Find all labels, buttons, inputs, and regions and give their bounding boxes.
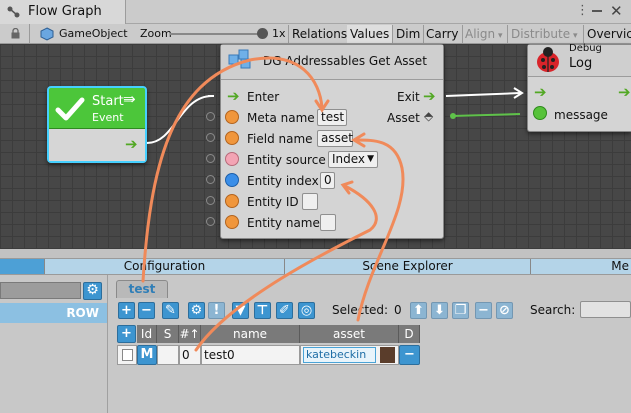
annotation-overlay (141, 56, 405, 352)
annotation-arrow-meta (141, 56, 324, 283)
annotation-arrow-field (354, 138, 405, 322)
flow-graph-window: Flow Graph ⋮ ✕ GameObject Zoom 1x Relati… (0, 0, 631, 413)
annotation-arrow-index (194, 184, 378, 352)
